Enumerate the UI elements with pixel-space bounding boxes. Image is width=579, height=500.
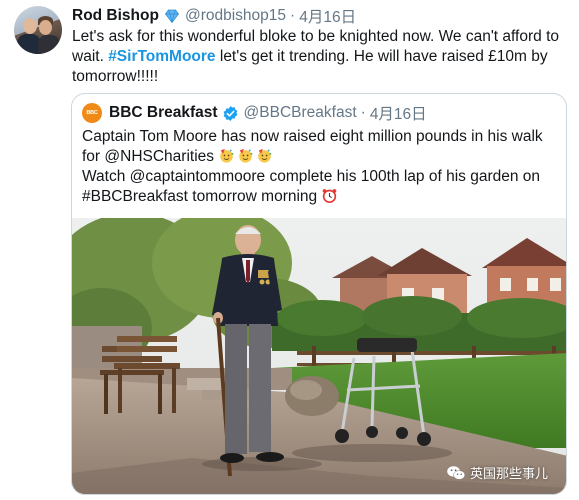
quoted-tweet-text: Captain Tom Moore has now raised eight m… bbox=[82, 127, 562, 207]
party-face-icon bbox=[258, 148, 272, 163]
separator: · bbox=[290, 7, 296, 24]
quoted-line1: Captain Tom Moore has now raised eight m… bbox=[82, 128, 543, 165]
quoted-separator: · bbox=[360, 104, 366, 121]
verified-badge-icon bbox=[223, 105, 237, 121]
quoted-author-handle[interactable]: @BBCBreakfast bbox=[244, 104, 357, 122]
quoted-line2: Watch @captaintommoore complete his 100t… bbox=[82, 168, 541, 205]
bbc-avatar-label: BBC bbox=[86, 110, 98, 116]
diamond-icon bbox=[164, 9, 179, 24]
garden-photo[interactable]: 英国那些事儿 bbox=[72, 218, 566, 494]
author-name[interactable]: Rod Bishop bbox=[72, 7, 159, 25]
alarm-clock-icon bbox=[323, 189, 337, 203]
tweet-header: Rod Bishop @rodbishop15 · 4月16日 bbox=[72, 6, 356, 26]
tweet-date[interactable]: 4月16日 bbox=[299, 5, 356, 27]
hashtag-link[interactable]: #SirTomMoore bbox=[108, 48, 215, 65]
party-face-icon bbox=[239, 148, 253, 163]
tweet: Rod Bishop @rodbishop15 · 4月16日 Let's as… bbox=[0, 0, 579, 500]
bbc-avatar[interactable]: BBC bbox=[82, 103, 102, 123]
watermark-text: 英国那些事儿 bbox=[469, 466, 548, 481]
quoted-tweet-header: BBC BBC Breakfast @BBCBreakfast · 4月16日 bbox=[82, 103, 427, 123]
tweet-text: Let's ask for this wonderful bloke to be… bbox=[72, 27, 567, 87]
party-face-icon bbox=[220, 148, 234, 163]
author-handle[interactable]: @rodbishop15 bbox=[185, 7, 286, 25]
watermark: 英国那些事儿 bbox=[446, 463, 548, 482]
avatar[interactable] bbox=[14, 6, 62, 54]
quoted-tweet[interactable]: BBC BBC Breakfast @BBCBreakfast · 4月16日 … bbox=[71, 93, 567, 495]
quoted-author-name[interactable]: BBC Breakfast bbox=[109, 104, 218, 122]
quoted-tweet-date[interactable]: 4月16日 bbox=[370, 102, 427, 124]
wechat-icon bbox=[447, 465, 466, 480]
